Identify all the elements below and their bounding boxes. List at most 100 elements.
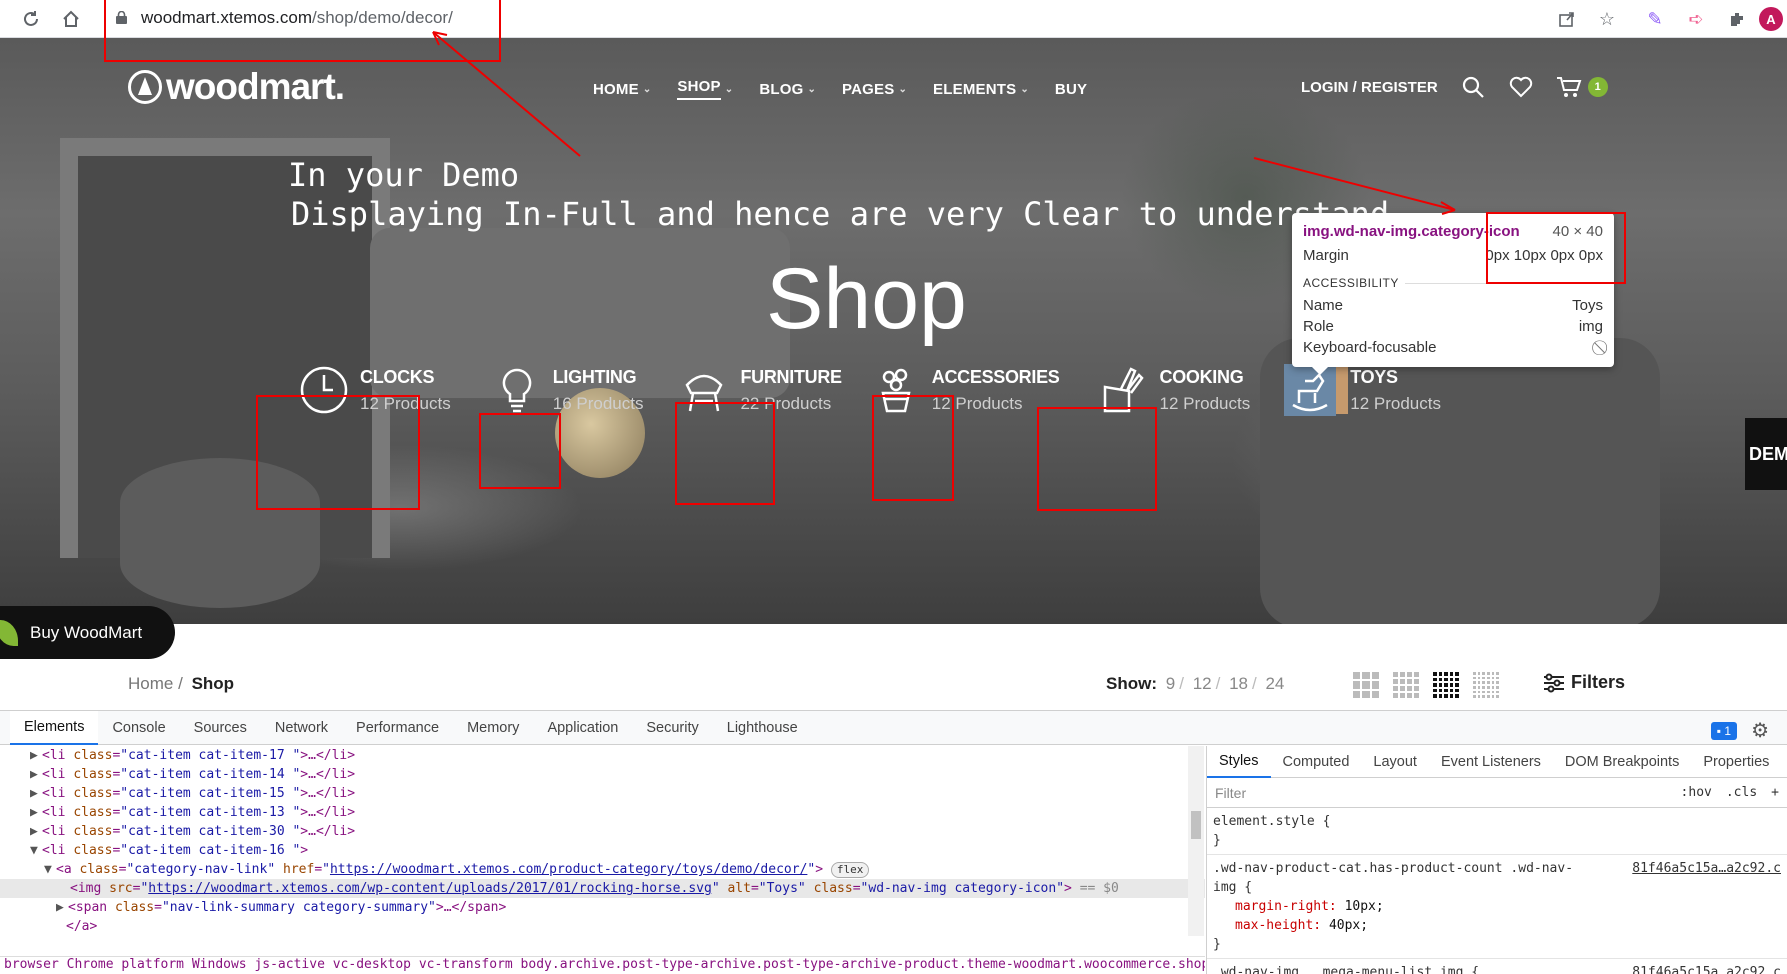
tab-security[interactable]: Security bbox=[632, 711, 712, 745]
category-lighting[interactable]: LIGHTING 16 Products bbox=[491, 364, 644, 416]
src-link[interactable]: https://woodmart.xtemos.com/wp-content/u… bbox=[148, 881, 712, 896]
dom-node-selected[interactable]: <img src="https://woodmart.xtemos.com/wp… bbox=[0, 879, 1205, 898]
css-property[interactable]: max-height bbox=[1235, 918, 1313, 933]
home-icon[interactable] bbox=[60, 8, 82, 30]
dom-breadcrumbs[interactable]: browser Chrome platform Windows js-activ… bbox=[0, 956, 1205, 974]
cart-icon[interactable] bbox=[1556, 74, 1582, 100]
add-rule-plus-icon[interactable]: + bbox=[1771, 785, 1779, 800]
expand-triangle-icon[interactable]: ▶ bbox=[30, 784, 42, 803]
site-logo[interactable]: woodmart. bbox=[128, 66, 345, 108]
arrow-extension-icon[interactable]: ➪ bbox=[1685, 8, 1707, 30]
tab-sources[interactable]: Sources bbox=[180, 711, 261, 745]
nav-elements[interactable]: ELEMENTS ⌄ bbox=[933, 78, 1029, 100]
pen-extension-icon[interactable]: ✎ bbox=[1644, 8, 1666, 30]
cls-toggle[interactable]: .cls bbox=[1726, 785, 1757, 800]
style-rule-mega-menu[interactable]: 81f46a5c15a…a2c92.c .wd-nav-img, .mega-m… bbox=[1207, 959, 1787, 974]
nav-label: PAGES bbox=[842, 80, 895, 98]
css-value[interactable]: 10px; bbox=[1345, 899, 1384, 914]
tab-lighthouse[interactable]: Lighthouse bbox=[713, 711, 812, 745]
nav-pages[interactable]: PAGES ⌄ bbox=[842, 78, 907, 100]
grid-4-columns-icon[interactable] bbox=[1393, 672, 1419, 698]
rule-source-link[interactable]: 81f46a5c15a…a2c92.c bbox=[1632, 859, 1781, 878]
category-cooking[interactable]: COOKING 12 Products bbox=[1098, 364, 1250, 416]
rule-selector: .wd-nav-product-cat.has-product-count .w… bbox=[1213, 861, 1574, 895]
collapse-triangle-icon[interactable]: ▼ bbox=[30, 841, 42, 860]
reload-icon[interactable] bbox=[20, 8, 42, 30]
tab-performance[interactable]: Performance bbox=[342, 711, 453, 745]
rule-source-link[interactable]: 81f46a5c15a…a2c92.c bbox=[1632, 963, 1781, 974]
tab-computed[interactable]: Computed bbox=[1271, 746, 1362, 778]
scrollbar-thumb[interactable] bbox=[1191, 811, 1201, 839]
expand-triangle-icon[interactable]: ▶ bbox=[30, 803, 42, 822]
dom-scrollbar[interactable] bbox=[1188, 746, 1204, 936]
per-page-option[interactable]: 24 bbox=[1265, 674, 1284, 693]
tab-application[interactable]: Application bbox=[533, 711, 632, 745]
grid-5-columns-icon[interactable] bbox=[1433, 672, 1459, 698]
tab-console[interactable]: Console bbox=[98, 711, 179, 745]
nav-buy[interactable]: BUY bbox=[1055, 78, 1087, 100]
style-rule-nav-img[interactable]: 81f46a5c15a…a2c92.c .wd-nav-product-cat.… bbox=[1207, 855, 1787, 959]
expand-triangle-icon[interactable]: ▶ bbox=[30, 746, 42, 765]
flex-badge[interactable]: flex bbox=[830, 862, 870, 878]
href-link[interactable]: https://woodmart.xtemos.com/product-cate… bbox=[330, 862, 807, 877]
wishlist-heart-icon[interactable] bbox=[1508, 74, 1534, 100]
category-clocks[interactable]: CLOCKS 12 Products bbox=[298, 364, 451, 416]
dom-node[interactable]: ▶ <li class="cat-item cat-item-15 ">…</li… bbox=[0, 784, 1205, 803]
per-page-option[interactable]: 9 bbox=[1166, 674, 1175, 693]
issues-badge[interactable]: ▪ 1 bbox=[1710, 721, 1738, 740]
nav-blog[interactable]: BLOG ⌄ bbox=[759, 78, 816, 100]
chevron-down-icon: ⌄ bbox=[724, 83, 734, 95]
attr-value: "cat-item cat-item-13 " bbox=[120, 805, 301, 820]
styles-filter-input[interactable]: Filter bbox=[1215, 785, 1246, 801]
tab-dom-breakpoints[interactable]: DOM Breakpoints bbox=[1553, 746, 1691, 778]
category-count: 16 Products bbox=[552, 393, 644, 413]
login-register-link[interactable]: LOGIN / REGISTER bbox=[1301, 79, 1438, 96]
css-value[interactable]: 40px; bbox=[1329, 918, 1368, 933]
category-count: 12 Products bbox=[1350, 393, 1441, 413]
expand-triangle-icon[interactable]: ▶ bbox=[30, 822, 42, 841]
expand-triangle-icon[interactable]: ▶ bbox=[56, 898, 68, 917]
demos-side-tab[interactable]: DEM bbox=[1745, 418, 1787, 490]
dom-node[interactable]: ▶ <li class="cat-item cat-item-14 ">…</li… bbox=[0, 765, 1205, 784]
dom-node[interactable]: ▶ <span class="nav-link-summary category-… bbox=[0, 898, 1205, 917]
breadcrumb-separator: / bbox=[178, 674, 183, 693]
category-accessories[interactable]: ACCESSORIES 12 Products bbox=[870, 364, 1060, 416]
tab-memory[interactable]: Memory bbox=[453, 711, 533, 745]
search-icon[interactable] bbox=[1460, 74, 1486, 100]
bookmark-star-icon[interactable]: ☆ bbox=[1596, 8, 1618, 30]
category-furniture[interactable]: FURNITURE 22 Products bbox=[678, 364, 842, 416]
nav-shop[interactable]: SHOP ⌄ bbox=[677, 78, 733, 100]
expand-triangle-icon[interactable]: ▶ bbox=[30, 765, 42, 784]
breadcrumb-home[interactable]: Home bbox=[128, 674, 173, 693]
style-rule-element[interactable]: element.style { } bbox=[1207, 808, 1787, 855]
per-page-option[interactable]: 12 bbox=[1193, 674, 1212, 693]
profile-avatar[interactable]: A bbox=[1759, 7, 1783, 31]
dom-node[interactable]: ▼ <li class="cat-item cat-item-16 "> bbox=[0, 841, 1205, 860]
settings-gear-icon[interactable]: ⚙ bbox=[1751, 718, 1769, 743]
tab-properties[interactable]: Properties bbox=[1691, 746, 1781, 778]
extensions-puzzle-icon[interactable] bbox=[1726, 8, 1748, 30]
dom-node[interactable]: ▼ <a class="category-nav-link" href="http… bbox=[0, 860, 1205, 879]
tab-event-listeners[interactable]: Event Listeners bbox=[1429, 746, 1553, 778]
tab-elements[interactable]: Elements bbox=[10, 710, 99, 745]
collapse-triangle-icon[interactable]: ▼ bbox=[44, 860, 56, 879]
tab-styles[interactable]: Styles bbox=[1207, 746, 1271, 778]
hov-toggle[interactable]: :hov bbox=[1681, 785, 1712, 800]
nav-home[interactable]: HOME ⌄ bbox=[593, 78, 651, 100]
per-page-option[interactable]: 18 bbox=[1229, 674, 1248, 693]
dom-node[interactable]: </a> bbox=[0, 917, 1205, 936]
category-toys[interactable]: TOYS 12 Products bbox=[1284, 364, 1441, 416]
address-bar[interactable]: woodmart.xtemos.com/shop/demo/decor/ bbox=[141, 8, 453, 28]
share-icon[interactable] bbox=[1556, 8, 1578, 30]
buy-woodmart-button[interactable]: Buy WoodMart bbox=[0, 606, 175, 659]
rule-selector: element.style { bbox=[1213, 814, 1331, 829]
grid-3-columns-icon[interactable] bbox=[1353, 672, 1379, 698]
tab-layout[interactable]: Layout bbox=[1361, 746, 1429, 778]
css-property[interactable]: margin-right bbox=[1235, 899, 1329, 914]
grid-6-columns-icon[interactable] bbox=[1473, 672, 1499, 698]
tab-network[interactable]: Network bbox=[261, 711, 342, 745]
dom-node[interactable]: ▶ <li class="cat-item cat-item-13 ">…</li… bbox=[0, 803, 1205, 822]
dom-node[interactable]: ▶ <li class="cat-item cat-item-30 ">…</li… bbox=[0, 822, 1205, 841]
dom-node[interactable]: ▶ <li class="cat-item cat-item-17 ">…</li… bbox=[0, 746, 1205, 765]
filters-button[interactable]: Filters bbox=[1543, 672, 1625, 693]
